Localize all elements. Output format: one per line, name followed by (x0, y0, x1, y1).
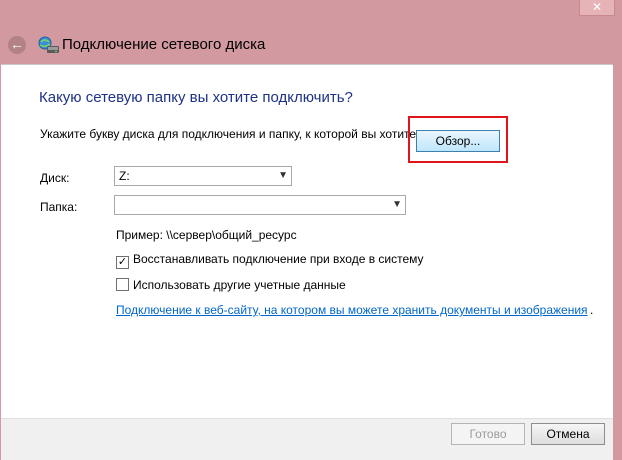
reconnect-checkbox[interactable]: ✓ (116, 256, 129, 269)
cancel-button[interactable]: Отмена (531, 423, 605, 445)
done-button[interactable]: Готово (451, 423, 525, 445)
close-icon: ✕ (591, 0, 603, 14)
back-arrow-icon: ← (10, 36, 24, 52)
credentials-label: Использовать другие учетные данные (133, 278, 346, 292)
folder-label: Папка: (40, 200, 78, 214)
drive-select-value: Z: (119, 169, 130, 183)
reconnect-label: Восстанавливать подключение при входе в … (133, 252, 424, 266)
link-period: . (590, 303, 594, 317)
drive-label: Диск: (40, 171, 70, 185)
example-text: Пример: \\сервер\общий_ресурс (116, 228, 297, 242)
website-link[interactable]: Подключение к веб-сайту, на котором вы м… (116, 303, 588, 317)
page-heading: Какую сетевую папку вы хотите подключить… (39, 89, 353, 106)
browse-button[interactable]: Обзор... (416, 130, 500, 152)
window-title: Подключение сетевого диска (62, 36, 266, 53)
reconnect-checkbox-row[interactable]: ✓ Восстанавливать подключение при входе в… (116, 252, 424, 269)
close-button[interactable]: ✕ (579, 0, 615, 16)
chevron-down-icon: ▼ (278, 170, 288, 181)
network-drive-icon (38, 36, 59, 53)
folder-input[interactable]: ▼ (114, 195, 406, 215)
credentials-checkbox-row[interactable]: Использовать другие учетные данные (116, 278, 346, 292)
chevron-down-icon: ▼ (392, 199, 402, 210)
credentials-checkbox[interactable] (116, 278, 129, 291)
back-button[interactable]: ← (8, 36, 26, 54)
dialog-content: Какую сетевую папку вы хотите подключить… (1, 64, 613, 419)
drive-select[interactable]: Z: ▼ (114, 166, 292, 186)
